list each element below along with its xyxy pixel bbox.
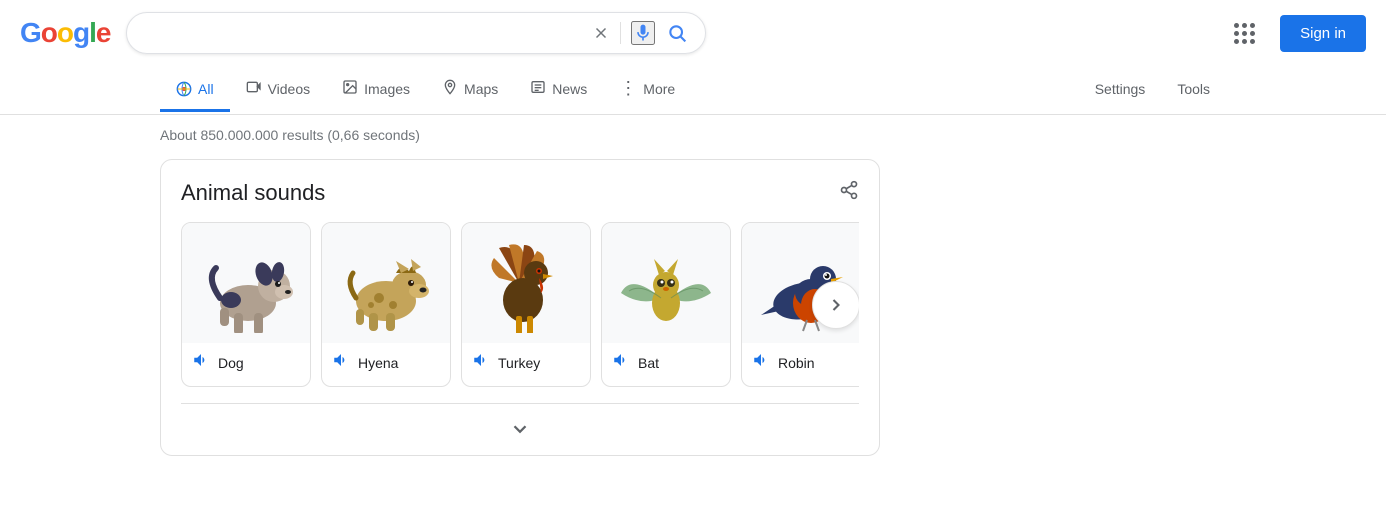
sound-icon-turkey xyxy=(472,351,490,374)
share-button[interactable] xyxy=(839,180,859,206)
animal-hyena-name: Hyena xyxy=(358,355,398,371)
next-button[interactable] xyxy=(812,281,859,329)
all-icon xyxy=(176,81,192,97)
animal-dog-name: Dog xyxy=(218,355,244,371)
sound-icon-dog xyxy=(192,351,210,374)
animal-cards-container: Dog xyxy=(181,222,859,387)
news-icon xyxy=(530,79,546,98)
google-logo[interactable]: Google xyxy=(20,17,110,49)
animal-card-hyena[interactable]: Hyena xyxy=(321,222,451,387)
clear-button[interactable] xyxy=(592,24,610,42)
search-input[interactable]: What sound does a dog make xyxy=(143,24,582,42)
nav-settings: Settings Tools xyxy=(1079,69,1226,112)
sound-icon-bat xyxy=(612,351,630,374)
maps-icon xyxy=(442,79,458,98)
tab-news[interactable]: News xyxy=(514,67,603,113)
animal-turkey-label: Turkey xyxy=(462,343,590,382)
search-button[interactable] xyxy=(665,21,689,45)
tab-maps[interactable]: Maps xyxy=(426,67,514,113)
animal-bat-name: Bat xyxy=(638,355,659,371)
search-bar: What sound does a dog make xyxy=(126,12,706,54)
card-title: Animal sounds xyxy=(181,180,325,206)
tab-tools-label: Tools xyxy=(1177,81,1210,97)
header-right: Sign in xyxy=(1224,13,1366,53)
apps-button[interactable] xyxy=(1224,13,1264,53)
apps-grid-icon xyxy=(1234,23,1255,44)
animal-turkey-image xyxy=(462,223,590,343)
animal-dog-image xyxy=(182,223,310,343)
expand-button[interactable] xyxy=(509,418,531,445)
tab-tools[interactable]: Tools xyxy=(1161,69,1226,112)
animal-card-turkey[interactable]: Turkey xyxy=(461,222,591,387)
tab-all-label: All xyxy=(198,81,214,97)
images-icon xyxy=(342,79,358,98)
card-header: Animal sounds xyxy=(181,180,859,206)
sound-icon-hyena xyxy=(332,351,350,374)
results-info: About 850.000.000 results (0,66 seconds) xyxy=(0,115,1386,151)
animal-hyena-image xyxy=(322,223,450,343)
animal-bat-image xyxy=(602,223,730,343)
animal-hyena-label: Hyena xyxy=(322,343,450,382)
tab-more-label: More xyxy=(643,81,675,97)
tab-settings-label: Settings xyxy=(1095,81,1146,97)
videos-icon xyxy=(246,79,262,98)
animal-card-bat[interactable]: Bat xyxy=(601,222,731,387)
header: Google What sound does a dog make xyxy=(0,0,1386,66)
animal-card-dog[interactable]: Dog xyxy=(181,222,311,387)
sound-icon-robin xyxy=(752,351,770,374)
animal-list: Dog xyxy=(181,222,859,387)
results-count: About 850.000.000 results (0,66 seconds) xyxy=(160,127,420,143)
mic-button[interactable] xyxy=(631,21,655,45)
tab-images[interactable]: Images xyxy=(326,67,426,113)
tab-more[interactable]: ⋮ More xyxy=(603,66,691,114)
sign-in-button[interactable]: Sign in xyxy=(1280,15,1366,52)
animal-robin-name: Robin xyxy=(778,355,815,371)
animal-dog-label: Dog xyxy=(182,343,310,382)
nav-tabs: All Videos Images Maps News ⋮ More Setti… xyxy=(0,66,1386,115)
tab-all[interactable]: All xyxy=(160,69,230,112)
tab-maps-label: Maps xyxy=(464,81,498,97)
animal-sounds-card: Animal sounds xyxy=(160,159,880,456)
tab-news-label: News xyxy=(552,81,587,97)
tab-videos[interactable]: Videos xyxy=(230,67,327,113)
animal-bat-label: Bat xyxy=(602,343,730,382)
card-footer xyxy=(181,403,859,455)
tab-settings[interactable]: Settings xyxy=(1079,69,1162,112)
more-icon: ⋮ xyxy=(619,78,637,99)
animal-turkey-name: Turkey xyxy=(498,355,540,371)
animal-robin-label: Robin xyxy=(742,343,859,382)
tab-images-label: Images xyxy=(364,81,410,97)
next-button-container xyxy=(812,281,859,329)
tab-videos-label: Videos xyxy=(268,81,311,97)
